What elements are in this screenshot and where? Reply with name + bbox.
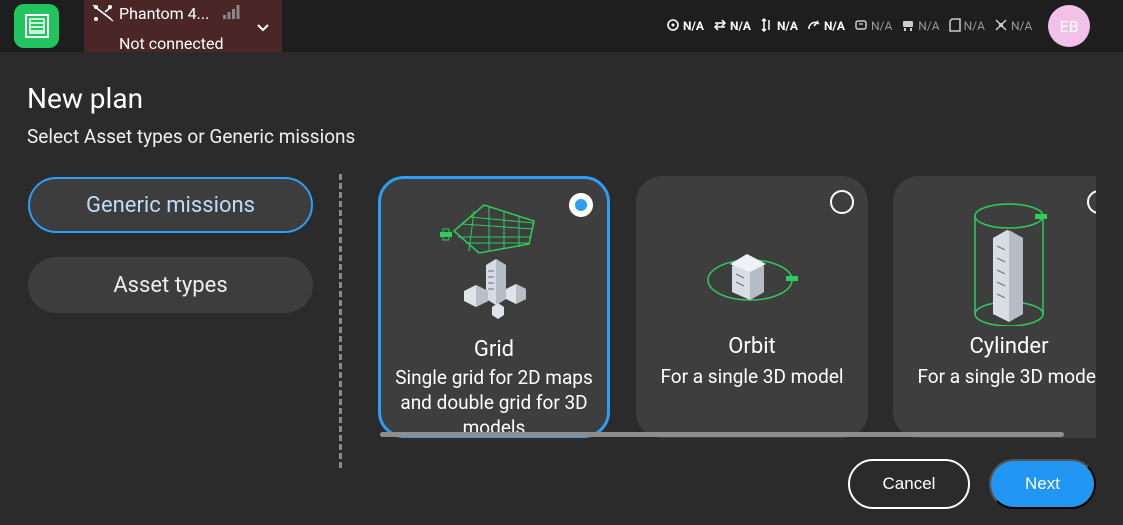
mission-cards-carousel[interactable]: Grid Single grid for 2D maps and double … [372,170,1096,440]
card-title: Grid [473,337,515,362]
next-button[interactable]: Next [989,459,1096,509]
sd-card-icon [948,17,961,35]
stat-controller: N/A [854,18,892,35]
card-description: Single grid for 2D maps and double grid … [395,366,593,439]
card-description: For a single 3D model [660,365,844,388]
stat-altitude: N/A [760,17,798,35]
generic-missions-button[interactable]: Generic missions [28,177,313,233]
top-bar: Phantom 4... Not connected N/A N/A N/A N… [0,0,1123,53]
radio-unselected-icon[interactable] [1087,190,1096,214]
drone-disconnected-icon [92,4,114,26]
chevron-down-icon[interactable] [256,18,270,37]
app-logo-icon[interactable] [14,4,59,48]
stat-rc-battery: N/A [901,18,940,35]
drone-battery-icon [994,18,1008,35]
vertical-divider [339,174,342,468]
page-title: New plan [27,82,144,115]
card-title: Orbit [728,334,776,359]
drone-connection-status: Not connected [119,34,224,53]
controller-icon [854,18,868,35]
card-title: Cylinder [969,334,1049,359]
rc-battery-icon [901,18,915,35]
avatar[interactable]: EB [1048,5,1090,47]
speed-icon [807,18,821,35]
stat-sd-card: N/A [948,17,985,35]
mission-card-orbit[interactable]: Orbit For a single 3D model [636,176,868,438]
stat-gps: N/A [666,18,704,35]
radio-unselected-icon[interactable] [830,190,854,214]
altitude-icon [760,17,774,35]
stat-speed: N/A [807,18,845,35]
asset-types-button[interactable]: Asset types [28,257,313,313]
drone-name: Phantom 4... [119,4,210,23]
stat-drone-battery: N/A [994,18,1032,35]
drone-selector[interactable]: Phantom 4... Not connected [84,0,282,53]
gps-icon [666,18,680,35]
page-subtitle: Select Asset types or Generic missions [27,125,356,148]
mission-card-grid[interactable]: Grid Single grid for 2D maps and double … [378,176,610,439]
telemetry-status-strip: N/A N/A N/A N/A N/A N/A N/A N/A [666,16,1032,36]
orbit-mission-illustration-icon [692,196,812,330]
horizontal-scrollbar[interactable] [380,432,1064,437]
mission-card-cylinder[interactable]: Cylinder For a single 3D model [893,176,1096,438]
card-description: For a single 3D model [917,365,1096,388]
grid-mission-illustration-icon [434,199,554,333]
distance-icon [713,18,727,35]
stat-distance: N/A [713,18,751,35]
radio-selected-icon[interactable] [569,193,593,217]
cancel-button[interactable]: Cancel [848,459,970,509]
cylinder-mission-illustration-icon [949,196,1069,330]
signal-icon [222,4,240,24]
